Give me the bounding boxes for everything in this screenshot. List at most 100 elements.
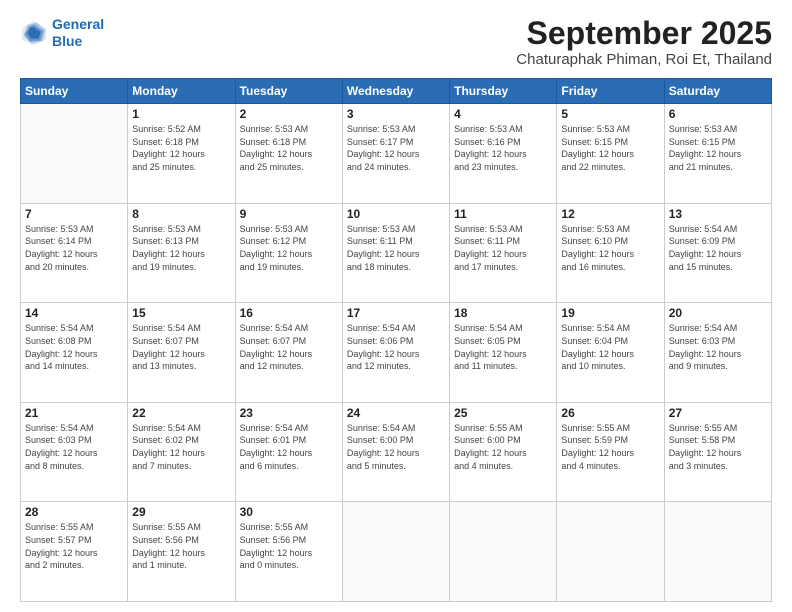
day-number: 30: [240, 505, 338, 519]
day-info: Sunrise: 5:53 AM Sunset: 6:11 PM Dayligh…: [347, 223, 445, 273]
calendar-cell: 29 Sunrise: 5:55 AM Sunset: 5:56 PM Dayli…: [128, 502, 235, 602]
day-number: 25: [454, 406, 552, 420]
calendar-cell: 12 Sunrise: 5:53 AM Sunset: 6:10 PM Dayli…: [557, 203, 664, 303]
calendar-cell: 21 Sunrise: 5:54 AM Sunset: 6:03 PM Dayli…: [21, 402, 128, 502]
calendar-week-row: 14 Sunrise: 5:54 AM Sunset: 6:08 PM Dayli…: [21, 303, 772, 403]
day-number: 29: [132, 505, 230, 519]
day-number: 5: [561, 107, 659, 121]
day-number: 26: [561, 406, 659, 420]
day-header-sunday: Sunday: [21, 79, 128, 104]
day-number: 27: [669, 406, 767, 420]
calendar-cell: 4Sunrise: 5:53 AM Sunset: 6:16 PM Daylig…: [450, 104, 557, 204]
day-number: 8: [132, 207, 230, 221]
day-info: Sunrise: 5:53 AM Sunset: 6:15 PM Dayligh…: [561, 123, 659, 173]
day-number: 19: [561, 306, 659, 320]
calendar-cell: 19 Sunrise: 5:54 AM Sunset: 6:04 PM Dayli…: [557, 303, 664, 403]
day-number: 16: [240, 306, 338, 320]
day-number: 18: [454, 306, 552, 320]
calendar-cell: 23 Sunrise: 5:54 AM Sunset: 6:01 PM Dayli…: [235, 402, 342, 502]
day-number: 12: [561, 207, 659, 221]
day-number: 20: [669, 306, 767, 320]
subtitle: Chaturaphak Phiman, Roi Et, Thailand: [516, 51, 772, 68]
day-number: 23: [240, 406, 338, 420]
day-header-wednesday: Wednesday: [342, 79, 449, 104]
day-info: Sunrise: 5:54 AM Sunset: 6:03 PM Dayligh…: [25, 422, 123, 472]
day-info: Sunrise: 5:54 AM Sunset: 6:03 PM Dayligh…: [669, 322, 767, 372]
calendar-cell: 10 Sunrise: 5:53 AM Sunset: 6:11 PM Dayli…: [342, 203, 449, 303]
calendar-cell: 27Sunrise: 5:55 AM Sunset: 5:58 PM Dayli…: [664, 402, 771, 502]
day-info: Sunrise: 5:53 AM Sunset: 6:13 PM Dayligh…: [132, 223, 230, 273]
day-number: 14: [25, 306, 123, 320]
logo-blue: Blue: [52, 33, 104, 50]
day-number: 17: [347, 306, 445, 320]
calendar-week-row: 21 Sunrise: 5:54 AM Sunset: 6:03 PM Dayli…: [21, 402, 772, 502]
day-number: 28: [25, 505, 123, 519]
day-info: Sunrise: 5:54 AM Sunset: 6:02 PM Dayligh…: [132, 422, 230, 472]
day-info: Sunrise: 5:54 AM Sunset: 6:07 PM Dayligh…: [132, 322, 230, 372]
day-info: Sunrise: 5:54 AM Sunset: 6:05 PM Dayligh…: [454, 322, 552, 372]
day-number: 7: [25, 207, 123, 221]
calendar-cell: 20 Sunrise: 5:54 AM Sunset: 6:03 PM Dayli…: [664, 303, 771, 403]
day-header-tuesday: Tuesday: [235, 79, 342, 104]
day-number: 2: [240, 107, 338, 121]
day-info: Sunrise: 5:54 AM Sunset: 6:01 PM Dayligh…: [240, 422, 338, 472]
calendar-cell: 17 Sunrise: 5:54 AM Sunset: 6:06 PM Dayli…: [342, 303, 449, 403]
day-info: Sunrise: 5:53 AM Sunset: 6:15 PM Dayligh…: [669, 123, 767, 173]
day-number: 9: [240, 207, 338, 221]
calendar-cell: 5 Sunrise: 5:53 AM Sunset: 6:15 PM Daylig…: [557, 104, 664, 204]
calendar-cell: 24Sunrise: 5:54 AM Sunset: 6:00 PM Dayli…: [342, 402, 449, 502]
calendar-cell: [342, 502, 449, 602]
calendar-cell: 26 Sunrise: 5:55 AM Sunset: 5:59 PM Dayli…: [557, 402, 664, 502]
calendar-cell: 9Sunrise: 5:53 AM Sunset: 6:12 PM Daylig…: [235, 203, 342, 303]
calendar-cell: 22Sunrise: 5:54 AM Sunset: 6:02 PM Dayli…: [128, 402, 235, 502]
calendar-week-row: 28Sunrise: 5:55 AM Sunset: 5:57 PM Dayli…: [21, 502, 772, 602]
calendar-cell: 3 Sunrise: 5:53 AM Sunset: 6:17 PM Daylig…: [342, 104, 449, 204]
calendar-cell: 30 Sunrise: 5:55 AM Sunset: 5:56 PM Dayli…: [235, 502, 342, 602]
day-info: Sunrise: 5:54 AM Sunset: 6:07 PM Dayligh…: [240, 322, 338, 372]
day-number: 11: [454, 207, 552, 221]
days-header-row: SundayMondayTuesdayWednesdayThursdayFrid…: [21, 79, 772, 104]
calendar-cell: 8 Sunrise: 5:53 AM Sunset: 6:13 PM Daylig…: [128, 203, 235, 303]
day-info: Sunrise: 5:53 AM Sunset: 6:17 PM Dayligh…: [347, 123, 445, 173]
day-info: Sunrise: 5:55 AM Sunset: 5:59 PM Dayligh…: [561, 422, 659, 472]
day-info: Sunrise: 5:53 AM Sunset: 6:10 PM Dayligh…: [561, 223, 659, 273]
day-number: 3: [347, 107, 445, 121]
day-info: Sunrise: 5:52 AM Sunset: 6:18 PM Dayligh…: [132, 123, 230, 173]
day-info: Sunrise: 5:54 AM Sunset: 6:08 PM Dayligh…: [25, 322, 123, 372]
day-number: 4: [454, 107, 552, 121]
calendar-cell: 16 Sunrise: 5:54 AM Sunset: 6:07 PM Dayli…: [235, 303, 342, 403]
calendar-cell: 25 Sunrise: 5:55 AM Sunset: 6:00 PM Dayli…: [450, 402, 557, 502]
calendar-cell: [21, 104, 128, 204]
day-header-thursday: Thursday: [450, 79, 557, 104]
day-info: Sunrise: 5:53 AM Sunset: 6:11 PM Dayligh…: [454, 223, 552, 273]
logo-icon: [20, 19, 48, 47]
calendar-cell: 1Sunrise: 5:52 AM Sunset: 6:18 PM Daylig…: [128, 104, 235, 204]
logo: General Blue: [20, 16, 104, 50]
main-title: September 2025: [516, 16, 772, 51]
day-info: Sunrise: 5:54 AM Sunset: 6:06 PM Dayligh…: [347, 322, 445, 372]
logo-general: General: [52, 16, 104, 32]
day-info: Sunrise: 5:54 AM Sunset: 6:00 PM Dayligh…: [347, 422, 445, 472]
calendar-cell: 18 Sunrise: 5:54 AM Sunset: 6:05 PM Dayli…: [450, 303, 557, 403]
day-info: Sunrise: 5:55 AM Sunset: 6:00 PM Dayligh…: [454, 422, 552, 472]
calendar-cell: 14 Sunrise: 5:54 AM Sunset: 6:08 PM Dayli…: [21, 303, 128, 403]
day-number: 13: [669, 207, 767, 221]
day-header-saturday: Saturday: [664, 79, 771, 104]
logo-text: General Blue: [52, 16, 104, 50]
calendar-cell: 28Sunrise: 5:55 AM Sunset: 5:57 PM Dayli…: [21, 502, 128, 602]
calendar-week-row: 7 Sunrise: 5:53 AM Sunset: 6:14 PM Daylig…: [21, 203, 772, 303]
day-info: Sunrise: 5:53 AM Sunset: 6:18 PM Dayligh…: [240, 123, 338, 173]
day-info: Sunrise: 5:55 AM Sunset: 5:56 PM Dayligh…: [240, 521, 338, 571]
calendar-cell: 2 Sunrise: 5:53 AM Sunset: 6:18 PM Daylig…: [235, 104, 342, 204]
day-info: Sunrise: 5:53 AM Sunset: 6:14 PM Dayligh…: [25, 223, 123, 273]
calendar-week-row: 1Sunrise: 5:52 AM Sunset: 6:18 PM Daylig…: [21, 104, 772, 204]
day-number: 6: [669, 107, 767, 121]
day-number: 21: [25, 406, 123, 420]
day-info: Sunrise: 5:54 AM Sunset: 6:04 PM Dayligh…: [561, 322, 659, 372]
day-info: Sunrise: 5:55 AM Sunset: 5:56 PM Dayligh…: [132, 521, 230, 571]
day-number: 10: [347, 207, 445, 221]
day-number: 15: [132, 306, 230, 320]
calendar-cell: 7 Sunrise: 5:53 AM Sunset: 6:14 PM Daylig…: [21, 203, 128, 303]
calendar-cell: 6 Sunrise: 5:53 AM Sunset: 6:15 PM Daylig…: [664, 104, 771, 204]
title-block: September 2025 Chaturaphak Phiman, Roi E…: [516, 16, 772, 68]
